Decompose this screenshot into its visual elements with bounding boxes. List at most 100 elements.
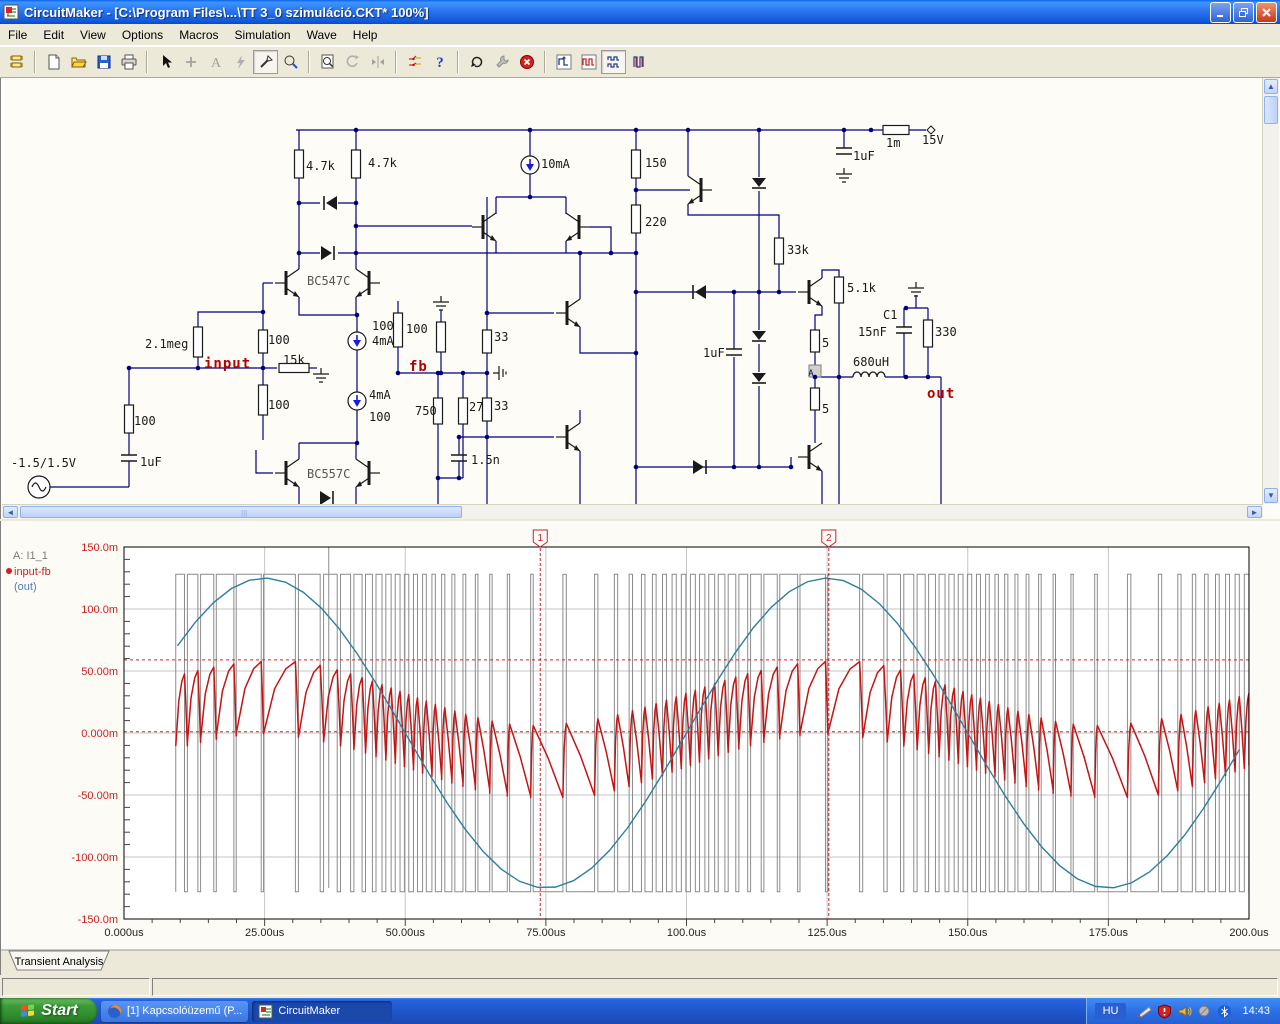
horizontal-scroll-thumb[interactable]: ||| [20, 506, 462, 518]
menu-macros[interactable]: Macros [171, 25, 226, 45]
diode[interactable] [320, 491, 331, 504]
zoom-window-button[interactable] [315, 50, 340, 74]
junction-dot [296, 200, 302, 206]
taskbar-button-circuitmaker[interactable]: CircuitMaker [252, 1000, 393, 1022]
step-waveforms-button[interactable] [551, 50, 576, 74]
menu-options[interactable]: Options [114, 25, 171, 45]
start-button[interactable]: Start [0, 998, 97, 1024]
volume-icon[interactable] [1176, 1003, 1192, 1019]
pen-tablet-icon[interactable] [1136, 1003, 1152, 1019]
legend-out: (out) [14, 581, 37, 593]
component-value-label: 15k [283, 353, 305, 367]
resistor[interactable] [882, 124, 910, 136]
resistor[interactable] [630, 149, 642, 179]
resistor[interactable] [293, 149, 305, 179]
open-file-button[interactable] [66, 50, 91, 74]
restore-button[interactable] [1233, 1, 1254, 23]
save-file-icon [97, 55, 110, 69]
schematic-horizontal-scrollbar[interactable]: ◄ ||| ► [2, 504, 1263, 519]
stop-simulation-button[interactable] [514, 50, 539, 74]
resistor[interactable] [833, 276, 845, 304]
resistor[interactable] [350, 149, 362, 179]
diode[interactable] [695, 285, 706, 299]
tab-transient-analysis-label: Transient Analysis [15, 956, 104, 968]
rotate-icon [346, 55, 359, 67]
menu-view[interactable]: View [72, 25, 114, 45]
diode[interactable] [752, 178, 766, 187]
junction-dot [903, 374, 909, 380]
resistor[interactable] [435, 321, 447, 353]
capacitor[interactable] [726, 348, 742, 356]
resistor[interactable] [630, 204, 642, 234]
x-axis-label: 50.00us [386, 927, 426, 939]
digital-analog-switch-button[interactable] [402, 50, 427, 74]
resistor[interactable] [809, 329, 821, 353]
signal-probe-button[interactable] [626, 50, 651, 74]
capacitor[interactable] [121, 454, 137, 462]
resistor[interactable] [123, 404, 135, 434]
toolbar: A? [0, 46, 1280, 78]
scroll-up-button[interactable]: ▲ [1264, 79, 1278, 94]
scroll-right-button[interactable]: ► [1247, 506, 1262, 518]
select-cursor-button[interactable] [153, 50, 178, 74]
print-button[interactable] [116, 50, 141, 74]
capacitor[interactable] [451, 454, 467, 462]
resistor[interactable] [392, 312, 404, 348]
minimize-button[interactable] [1210, 1, 1231, 23]
tab-strip [1, 950, 1280, 975]
junction-dot [484, 370, 490, 376]
resistor[interactable] [257, 384, 269, 416]
resistor[interactable] [457, 397, 469, 425]
inductor[interactable] [852, 371, 886, 378]
language-indicator[interactable]: HU [1094, 1003, 1127, 1019]
new-file-button[interactable] [41, 50, 66, 74]
menu-simulation[interactable]: Simulation [227, 25, 299, 45]
resistor[interactable] [481, 397, 493, 422]
resistor[interactable] [257, 329, 269, 354]
wave-cursor-label-1: 1 [537, 533, 543, 544]
capacitor[interactable] [896, 326, 912, 334]
signal-probe-icon [632, 56, 644, 68]
schematic-vertical-scrollbar[interactable]: ▲ ▼ [1262, 78, 1279, 504]
muted-device-icon[interactable] [1196, 1003, 1212, 1019]
zoom-tool-button[interactable] [278, 50, 303, 74]
title-bar: CircuitMaker - [C:\Program Files\...\TT … [0, 0, 1280, 24]
wire-tool-button[interactable] [253, 50, 278, 74]
menu-edit[interactable]: Edit [35, 25, 72, 45]
x-axis-label: 75.00us [526, 927, 566, 939]
junction-dot [756, 127, 762, 133]
diode[interactable] [326, 196, 337, 210]
resistor[interactable] [192, 326, 204, 358]
diode[interactable] [752, 331, 766, 340]
digital-scope-button[interactable] [576, 50, 601, 74]
bluetooth-icon[interactable] [1216, 1003, 1232, 1019]
menu-wave[interactable]: Wave [299, 25, 345, 45]
capacitor[interactable] [836, 147, 852, 155]
junction-dot [354, 312, 360, 318]
close-button[interactable] [1256, 1, 1277, 23]
vertical-scroll-thumb[interactable] [1264, 96, 1278, 124]
reset-simulation-button[interactable] [464, 50, 489, 74]
toolbar-separator [457, 51, 459, 73]
menu-file[interactable]: File [0, 25, 35, 45]
resistor[interactable] [809, 387, 821, 411]
diode[interactable] [693, 460, 704, 474]
diode[interactable] [321, 246, 332, 260]
scroll-down-button[interactable]: ▼ [1264, 488, 1278, 503]
waveform-pane[interactable]: 150.0m 100.0m 50.00m 0.000m -50.00m -100.00m -… [0, 521, 1280, 975]
mixed-scope-button[interactable] [601, 50, 626, 74]
schematic-canvas[interactable]: 4.7k 4.7k 10mA 150 220 1m 15V 1uF BC547C 2.1meg in… [2, 78, 1263, 504]
help-button[interactable]: ? [427, 50, 452, 74]
parts-browser-button[interactable] [4, 50, 29, 74]
resistor[interactable] [481, 329, 493, 354]
scroll-left-button[interactable]: ◄ [3, 506, 18, 518]
security-shield-icon[interactable] [1156, 1003, 1172, 1019]
diode[interactable] [752, 373, 766, 382]
taskbar-button-firefox[interactable]: [1] Kapcsolóüzemű (P... [101, 1000, 249, 1022]
resistor[interactable] [773, 237, 785, 265]
y-axis-label: -100.00m [72, 852, 118, 864]
save-file-button[interactable] [91, 50, 116, 74]
menu-help[interactable]: Help [345, 25, 386, 45]
resistor[interactable] [922, 319, 934, 348]
schematic-pane[interactable]: 4.7k 4.7k 10mA 150 220 1m 15V 1uF BC547C 2.1meg in… [0, 78, 1280, 519]
